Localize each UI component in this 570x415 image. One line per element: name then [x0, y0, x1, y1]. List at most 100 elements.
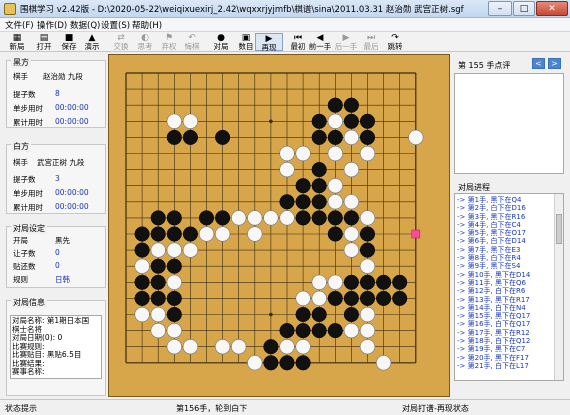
- black-stone[interactable]: [134, 290, 150, 306]
- white-stone[interactable]: [214, 226, 231, 242]
- white-stone[interactable]: [311, 290, 327, 306]
- move-list-item[interactable]: -> 第16手, 白下在Q17: [457, 320, 549, 328]
- white-stone[interactable]: [279, 339, 295, 355]
- black-stone[interactable]: [359, 274, 376, 290]
- toolbar-button-0[interactable]: ▦ 新局: [3, 33, 31, 51]
- white-stone[interactable]: [279, 161, 295, 178]
- black-stone[interactable]: [359, 290, 376, 306]
- black-stone[interactable]: [182, 226, 198, 242]
- comment-prev-button[interactable]: <: [532, 58, 545, 69]
- move-list-item[interactable]: -> 第10手, 黑下在D14: [457, 271, 549, 279]
- white-stone[interactable]: [150, 306, 166, 323]
- black-stone[interactable]: [198, 210, 215, 226]
- black-stone[interactable]: [327, 323, 343, 339]
- white-stone[interactable]: [150, 242, 166, 258]
- white-stone[interactable]: [247, 355, 263, 371]
- white-stone[interactable]: [134, 258, 150, 274]
- black-stone[interactable]: [327, 129, 343, 145]
- white-stone[interactable]: [408, 129, 424, 145]
- scrollbar-thumb[interactable]: [556, 214, 562, 244]
- black-stone[interactable]: [359, 113, 376, 129]
- move-list-item[interactable]: -> 第12手, 白下在R6: [457, 287, 549, 295]
- move-list-item[interactable]: -> 第14手, 白下在N4: [457, 304, 549, 312]
- menu-operate[interactable]: 操作(D): [37, 19, 67, 31]
- move-list-item[interactable]: -> 第4手, 白下在C4: [457, 221, 549, 229]
- white-stone[interactable]: [247, 210, 263, 226]
- black-stone[interactable]: [215, 129, 231, 145]
- white-stone[interactable]: [166, 113, 182, 129]
- black-stone[interactable]: [166, 306, 182, 323]
- black-stone[interactable]: [392, 290, 408, 306]
- black-stone[interactable]: [166, 129, 182, 145]
- black-stone[interactable]: [311, 210, 327, 226]
- white-stone[interactable]: [134, 306, 150, 323]
- move-list-item[interactable]: -> 第2手, 白下在D16: [457, 204, 549, 212]
- go-board[interactable]: [108, 54, 450, 397]
- black-stone[interactable]: [311, 113, 327, 129]
- black-stone[interactable]: [311, 162, 327, 178]
- toolbar-button-13[interactable]: ▶ 后一手: [332, 33, 360, 51]
- black-stone[interactable]: [376, 274, 392, 290]
- white-stone[interactable]: [359, 145, 376, 162]
- black-stone[interactable]: [343, 97, 359, 113]
- move-list-item[interactable]: -> 第13手, 黑下在R17: [457, 296, 549, 304]
- white-stone[interactable]: [343, 161, 359, 178]
- white-stone[interactable]: [359, 210, 376, 226]
- black-stone[interactable]: [295, 355, 311, 371]
- black-stone[interactable]: [134, 242, 150, 258]
- white-stone[interactable]: [198, 226, 215, 242]
- white-stone[interactable]: [359, 306, 376, 323]
- black-stone[interactable]: [279, 194, 295, 210]
- black-stone[interactable]: [166, 210, 182, 226]
- black-stone[interactable]: [295, 210, 311, 226]
- menu-help[interactable]: 帮助(H): [132, 19, 162, 31]
- move-list-item[interactable]: -> 第3手, 黑下在R16: [457, 213, 549, 221]
- black-stone[interactable]: [343, 306, 359, 323]
- black-stone[interactable]: [343, 210, 359, 226]
- white-stone[interactable]: [166, 242, 182, 258]
- black-stone[interactable]: [150, 274, 166, 290]
- black-stone[interactable]: [311, 194, 327, 210]
- white-stone[interactable]: [295, 290, 311, 306]
- black-stone[interactable]: [166, 290, 182, 306]
- black-stone[interactable]: [311, 129, 327, 145]
- move-list-item[interactable]: -> 第20手, 黑下在F17: [457, 354, 549, 362]
- white-stone[interactable]: [359, 258, 376, 274]
- white-stone[interactable]: [150, 323, 166, 339]
- toolbar-button-15[interactable]: ↷ 跳转: [381, 33, 409, 51]
- menu-data[interactable]: 数据(Q): [70, 19, 100, 31]
- minimize-button[interactable]: –: [488, 1, 512, 16]
- black-stone[interactable]: [376, 290, 392, 306]
- toolbar-button-8[interactable]: ● 对局: [207, 33, 235, 51]
- white-stone[interactable]: [182, 113, 198, 129]
- black-stone[interactable]: [279, 355, 295, 371]
- black-stone[interactable]: [343, 274, 359, 290]
- white-stone[interactable]: [231, 339, 247, 355]
- white-stone[interactable]: [343, 129, 359, 145]
- white-stone[interactable]: [295, 339, 311, 355]
- black-stone[interactable]: [215, 210, 231, 226]
- black-stone[interactable]: [327, 290, 343, 306]
- white-stone[interactable]: [343, 194, 359, 210]
- white-stone[interactable]: [247, 226, 263, 242]
- black-stone[interactable]: [311, 178, 327, 194]
- black-stone[interactable]: [166, 226, 182, 242]
- white-stone[interactable]: [327, 113, 343, 129]
- white-stone[interactable]: [263, 210, 279, 226]
- black-stone[interactable]: [343, 290, 359, 306]
- white-stone[interactable]: [327, 194, 343, 210]
- comment-next-button[interactable]: >: [548, 58, 561, 69]
- white-stone[interactable]: [327, 274, 343, 290]
- black-stone[interactable]: [311, 306, 327, 323]
- white-stone[interactable]: [166, 339, 182, 355]
- white-stone[interactable]: [279, 145, 295, 162]
- black-stone[interactable]: [327, 226, 343, 242]
- white-stone[interactable]: [359, 339, 376, 355]
- black-stone[interactable]: [150, 290, 166, 306]
- white-stone[interactable]: [295, 145, 311, 162]
- move-list-item[interactable]: -> 第7手, 黑下在E3: [457, 246, 549, 254]
- game-info-text[interactable]: 对局名称: 第1期日本国 棋士名将 对局日期(0): 0 比赛规则: 比赛贴目: 黑贴6…: [10, 315, 102, 379]
- black-stone[interactable]: [311, 323, 327, 339]
- menu-settings[interactable]: 设置(S): [101, 19, 130, 31]
- toolbar-button-12[interactable]: ◀ 前一手: [306, 33, 334, 51]
